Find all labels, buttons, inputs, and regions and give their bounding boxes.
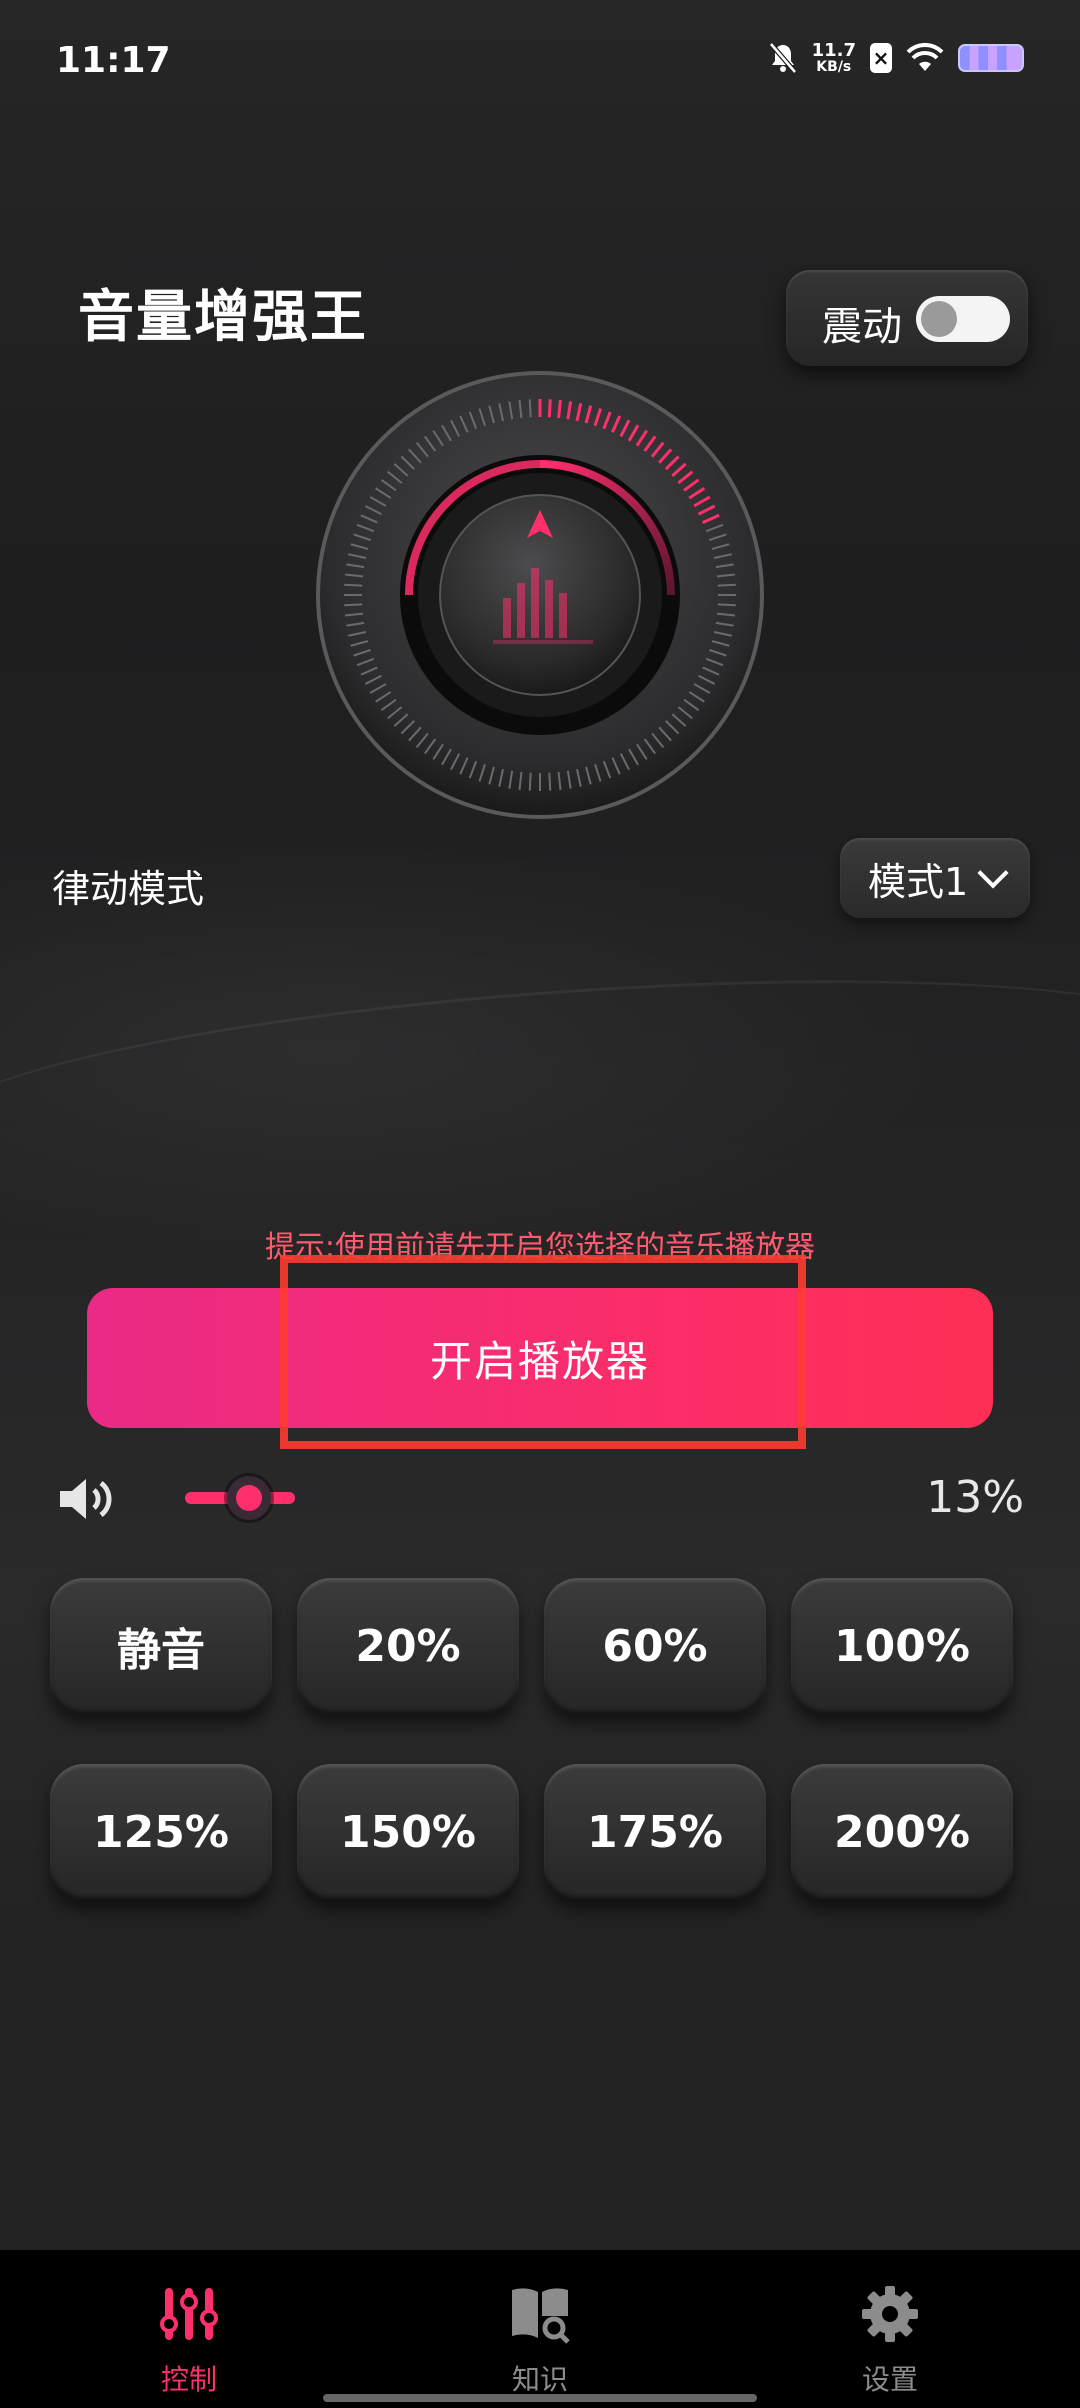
hint-text: 提示:使用前请先开启您选择的音乐播放器: [264, 1230, 816, 1265]
home-indicator: [323, 2394, 757, 2402]
status-icons: 11.7 KB/s ×: [768, 42, 1024, 74]
mute-bell-icon: [768, 42, 797, 74]
nav-item-knowledge[interactable]: 知识: [450, 2282, 630, 2398]
knob-tick: [344, 583, 363, 587]
equalizer-icon: [160, 2288, 218, 2340]
knob-tick: [547, 399, 552, 418]
bottom-nav: 控制 知识 设置: [0, 2250, 1080, 2408]
preset-100-button[interactable]: 100%: [791, 1578, 1013, 1714]
preset-150-button[interactable]: 150%: [297, 1764, 519, 1900]
sim-x-icon: ×: [870, 43, 892, 73]
start-player-button[interactable]: 开启播放器: [87, 1288, 993, 1428]
app-screen: 11:17 11.7 KB/s × 音量增强王 震动 律动模式 模式1 提示:使…: [0, 0, 1080, 2408]
knob-tick: [717, 603, 736, 607]
nav-label-settings: 设置: [861, 2363, 918, 2396]
nav-label-control: 控制: [160, 2363, 217, 2396]
preset-mute-button[interactable]: 静音: [50, 1578, 272, 1714]
volume-slider-thumb[interactable]: [227, 1476, 271, 1520]
speaker-icon[interactable]: [56, 1474, 116, 1524]
app-title: 音量增强王: [78, 285, 368, 350]
volume-percent: 13%: [926, 1472, 1024, 1523]
chevron-down-icon: [977, 857, 1009, 889]
background-swoosh: [0, 944, 1080, 1236]
vibrate-label: 震动: [822, 304, 902, 350]
rhythm-mode-label: 律动模式: [52, 867, 205, 911]
knob-tick: [344, 603, 363, 607]
nav-label-knowledge: 知识: [511, 2363, 568, 2396]
net-speed-value: 11.7: [811, 40, 856, 61]
preset-20-button[interactable]: 20%: [297, 1578, 519, 1714]
knob-tick: [717, 583, 736, 587]
nav-item-control[interactable]: 控制: [99, 2282, 279, 2398]
knob-tick: [557, 399, 562, 419]
net-speed-unit: KB/s: [816, 59, 852, 75]
knob-tick: [528, 399, 532, 418]
book-search-icon: [512, 2288, 570, 2344]
vibrate-switch-thumb: [921, 301, 957, 337]
net-speed: 11.7 KB/s: [811, 40, 856, 75]
vibrate-toggle[interactable]: 震动: [786, 270, 1028, 366]
knob-tick: [528, 772, 532, 791]
mode-selected: 模式1: [868, 859, 969, 904]
battery-icon: [958, 44, 1024, 72]
preset-125-button[interactable]: 125%: [50, 1764, 272, 1900]
volume-slider[interactable]: [185, 1476, 295, 1520]
knob-graphic: [316, 371, 764, 819]
volume-knob[interactable]: [313, 368, 767, 822]
mode-dropdown[interactable]: 模式1: [840, 838, 1030, 918]
preset-60-button[interactable]: 60%: [544, 1578, 766, 1714]
preset-175-button[interactable]: 175%: [544, 1764, 766, 1900]
volume-presets: 静音 20% 60% 100% 125% 150% 175% 200%: [50, 1578, 1030, 1900]
status-time: 11:17: [56, 40, 171, 81]
wifi-icon: [906, 43, 944, 71]
vibrate-switch[interactable]: [916, 296, 1010, 342]
nav-item-settings[interactable]: 设置: [800, 2282, 980, 2398]
preset-200-button[interactable]: 200%: [791, 1764, 1013, 1900]
knob-tick: [548, 772, 552, 791]
status-bar: 11:17 11.7 KB/s ×: [0, 0, 1080, 120]
gear-icon: [862, 2286, 918, 2342]
start-player-label: 开启播放器: [429, 1336, 650, 1386]
